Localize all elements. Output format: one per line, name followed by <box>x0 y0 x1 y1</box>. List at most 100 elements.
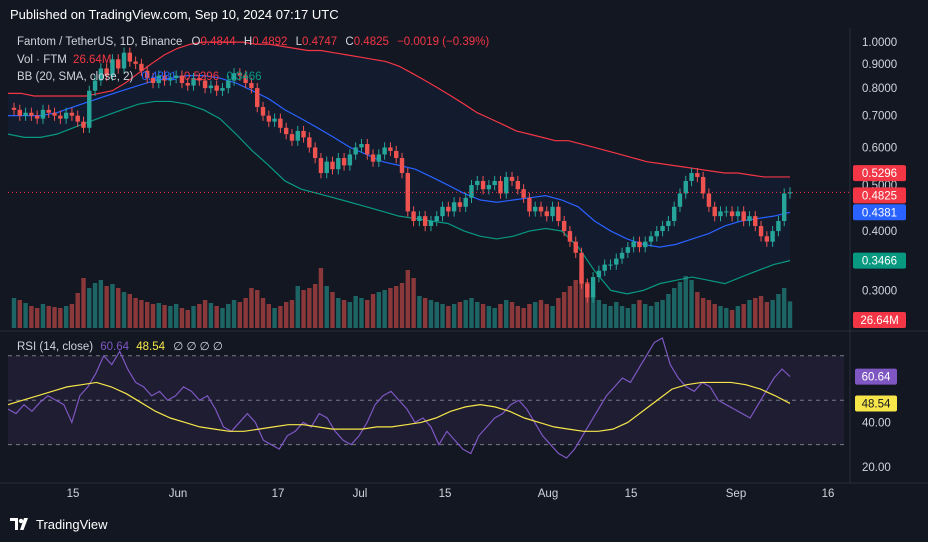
volume-bar <box>446 306 451 328</box>
candle-body <box>312 147 318 159</box>
candle-body <box>596 270 602 278</box>
candle-body <box>637 241 642 248</box>
volume-bar <box>556 298 561 328</box>
volume-bar <box>29 306 34 328</box>
volume-bar <box>382 290 387 328</box>
volume-bar <box>614 302 619 328</box>
volume-bar <box>700 298 706 328</box>
volume-bar <box>643 304 648 328</box>
candle-body <box>330 161 335 170</box>
symbol-name[interactable]: Fantom / TetherUS, 1D, Binance <box>17 36 182 48</box>
volume-bar <box>231 300 237 328</box>
candle-body <box>185 83 190 86</box>
volume-bar <box>197 304 202 328</box>
volume-bar <box>498 304 503 328</box>
volume-bar <box>272 308 277 328</box>
volume-bar <box>538 300 544 328</box>
candle-body <box>324 161 329 174</box>
candle-body <box>625 247 631 253</box>
candle-body <box>139 63 144 71</box>
candle-body <box>643 241 648 248</box>
volume-bar <box>168 306 173 328</box>
candle-body <box>729 211 735 217</box>
candle-body <box>457 202 463 207</box>
candle-body <box>382 147 387 155</box>
volume-bar <box>353 296 358 328</box>
volume-bar <box>307 288 312 328</box>
rsi-legend: RSI (14, close) 60.64 48.54 ∅ ∅ ∅ ∅ <box>17 339 223 353</box>
volume-bar <box>202 300 208 328</box>
volume-bar <box>318 268 324 328</box>
volume-bar <box>11 298 17 328</box>
volume-bar <box>753 298 758 328</box>
volume-bar <box>399 283 405 328</box>
volume-bar <box>509 302 515 328</box>
volume-bar <box>729 310 735 328</box>
volume-bar <box>133 298 138 328</box>
volume-bar <box>324 286 329 328</box>
volume-bar <box>544 304 549 328</box>
volume-bar <box>173 304 179 328</box>
time-axis-tick: Sep <box>726 488 746 500</box>
volume-bar <box>46 306 51 328</box>
volume-bar <box>260 298 266 328</box>
candle-body <box>753 216 758 226</box>
high-label: H <box>243 36 253 48</box>
candle-body <box>521 189 526 198</box>
volume-bar <box>405 270 410 328</box>
close-label: C <box>345 36 354 48</box>
volume-bar <box>712 304 717 328</box>
candle-body <box>492 180 497 186</box>
candle-body <box>307 137 312 148</box>
price-axis-tick: 0.9000 <box>862 59 897 71</box>
volume-bar <box>394 286 399 328</box>
candle-body <box>677 193 683 207</box>
chart-area[interactable]: 1.00000.90000.80000.70000.60000.50000.40… <box>0 28 928 510</box>
volume-bar <box>341 300 347 328</box>
tradingview-brand[interactable]: TradingView <box>36 517 108 532</box>
volume-bar <box>671 288 677 328</box>
rsi-ma-value: 48.54 <box>136 341 166 353</box>
volume-bar <box>104 286 109 328</box>
volume-bar <box>237 302 243 328</box>
candle-body <box>127 52 133 62</box>
volume-bar <box>34 308 40 328</box>
candle-body <box>556 206 561 222</box>
candle-body <box>579 252 584 284</box>
volume-label[interactable]: Vol · FTM <box>17 54 67 66</box>
candle-body <box>63 112 69 119</box>
volume-bar <box>724 308 729 328</box>
volume-bar <box>695 292 700 328</box>
rsi-ma-axis-label: 48.54 <box>862 398 891 410</box>
candle-body <box>683 180 688 194</box>
volume-bar <box>469 298 474 328</box>
time-axis-tick: Jun <box>169 488 188 500</box>
volume-bar <box>619 306 625 328</box>
rsi-label[interactable]: RSI (14, close) <box>17 341 93 353</box>
rsi-axis-tick: 20.00 <box>862 462 891 474</box>
candle-body <box>249 83 254 89</box>
candle-body <box>561 221 567 232</box>
candle-body <box>347 154 353 166</box>
candle-body <box>365 144 370 155</box>
volume-bar <box>666 294 671 328</box>
volume-bar <box>625 308 631 328</box>
volume-bar <box>58 308 63 328</box>
volume-bar <box>220 308 225 328</box>
bb-label[interactable]: BB (20, SMA, close, 2) <box>17 71 133 83</box>
volume-bar <box>208 303 214 328</box>
volume-bar <box>654 302 660 328</box>
bb-lower-price-label: 0.3466 <box>862 256 897 268</box>
candle-body <box>758 225 764 237</box>
candle-body <box>133 61 138 64</box>
volume-bar <box>185 310 190 328</box>
bb-legend: BB (20, SMA, close, 2) 0.4381 0.5296 0.3… <box>17 71 262 83</box>
candle-body <box>46 109 51 113</box>
volume-bar <box>561 292 567 328</box>
volume-bar <box>776 294 781 328</box>
volume-bar <box>735 306 741 328</box>
volume-bar <box>121 292 127 328</box>
candle-body <box>706 193 712 207</box>
candle-body <box>712 206 717 217</box>
rsi-value: 60.64 <box>100 341 130 353</box>
